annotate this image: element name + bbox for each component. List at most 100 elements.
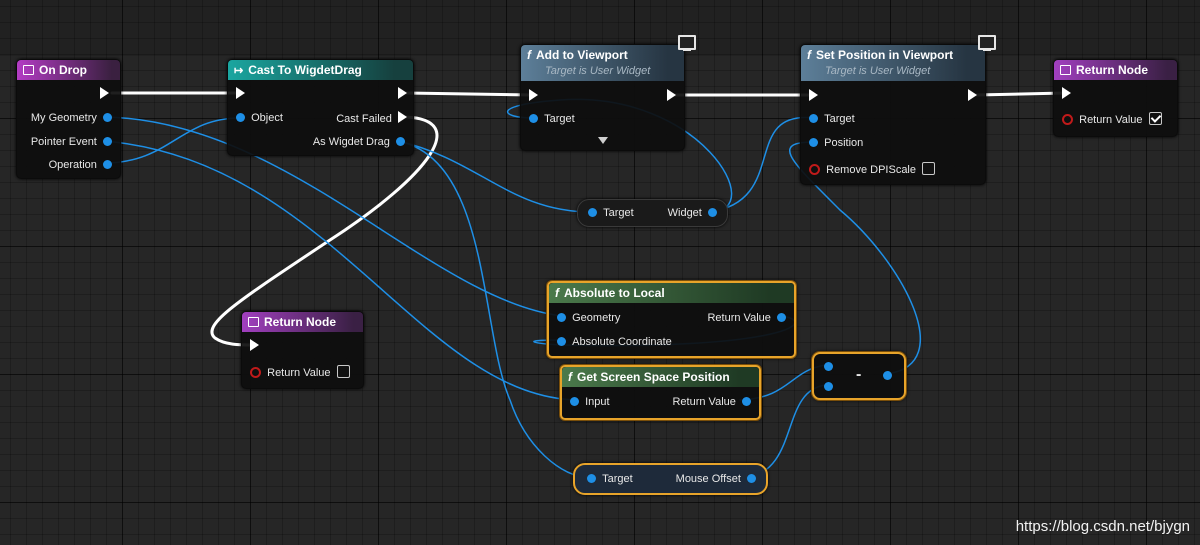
- object-dot: [236, 113, 245, 122]
- pointer-event-label: Pointer Event: [30, 136, 97, 148]
- set-position-node[interactable]: f Set Position in Viewport Target is User …: [800, 44, 986, 185]
- exec-out-icon: [100, 87, 109, 99]
- watermark-text: https://blog.csdn.net/bjygn: [1015, 518, 1190, 535]
- operation-label: Operation: [48, 159, 97, 171]
- mouse-offset-target-pin[interactable]: Target: [587, 472, 633, 486]
- mouse-offset-node[interactable]: Target Mouse Offset: [573, 463, 768, 495]
- exec-out-icon: [968, 89, 977, 101]
- exec-out-icon: [398, 111, 407, 123]
- on-drop-title: On Drop: [39, 63, 87, 77]
- data-wire-widget-settarget: [709, 116, 815, 213]
- absolute-coordinate-pin[interactable]: Absolute Coordinate: [557, 335, 672, 349]
- setpos-target-dot: [809, 114, 818, 123]
- return-top-value-pin[interactable]: Return Value: [1062, 112, 1162, 127]
- get-screen-space-title: Get Screen Space Position: [577, 370, 730, 384]
- exec-wire-cast-add: [404, 91, 535, 97]
- add-target-pin[interactable]: Target: [529, 112, 575, 126]
- add-to-viewport-node[interactable]: f Add to Viewport Target is User Widget Ta…: [520, 44, 685, 151]
- mouse-offset-label: Mouse Offset: [675, 473, 741, 485]
- return-top-exec-in-pin[interactable]: [1062, 87, 1071, 102]
- subtract-out-dot: [883, 371, 892, 380]
- absolute-to-local-title: Absolute to Local: [564, 286, 665, 300]
- abs-return-value-pin[interactable]: Return Value: [707, 311, 786, 325]
- cast-header: ↦ Cast To WigdetDrag: [228, 60, 413, 80]
- screen-return-value-pin[interactable]: Return Value: [672, 395, 751, 409]
- return-mid-value-pin[interactable]: Return Value: [250, 365, 350, 380]
- subtract-b-dot: [824, 382, 833, 391]
- return-node-mid[interactable]: Return Node Return Value: [241, 311, 364, 389]
- geometry-pin[interactable]: Geometry: [557, 311, 620, 325]
- subtract-node[interactable]: -: [812, 352, 906, 400]
- remove-dpi-pin[interactable]: Remove DPIScale: [809, 162, 936, 177]
- on-drop-event-node[interactable]: On Drop My Geometry Pointer Event Operat…: [16, 59, 121, 179]
- input-pin[interactable]: Input: [570, 395, 610, 409]
- object-pin[interactable]: Object: [236, 111, 283, 125]
- subtract-out-pin[interactable]: [883, 369, 892, 383]
- remove-dpi-checkbox[interactable]: [922, 162, 936, 175]
- on-drop-header: On Drop: [17, 60, 120, 80]
- exec-in-icon: [250, 339, 259, 351]
- return-mid-exec-in-pin[interactable]: [250, 339, 259, 354]
- absolute-to-local-header: f Absolute to Local: [549, 283, 794, 303]
- widget-dot: [708, 208, 717, 217]
- widget-label: Widget: [667, 207, 702, 219]
- return-mid-header: Return Node: [242, 312, 363, 332]
- position-label: Position: [824, 137, 864, 149]
- event-box-icon: [23, 65, 34, 75]
- blueprint-graph-canvas[interactable]: On Drop My Geometry Pointer Event Operat…: [0, 0, 1200, 545]
- set-position-title: Set Position in Viewport: [816, 48, 954, 62]
- my-geometry-pin[interactable]: My Geometry: [31, 111, 112, 125]
- abs-return-value-dot: [777, 313, 786, 322]
- input-label: Input: [585, 396, 610, 408]
- get-widget-node[interactable]: Target Widget: [577, 199, 728, 227]
- subtract-a-pin[interactable]: [824, 360, 833, 374]
- pointer-event-pin[interactable]: Pointer Event: [31, 135, 112, 149]
- cast-title: Cast To WigdetDrag: [248, 63, 362, 77]
- return-value-dot: [250, 367, 261, 378]
- widget-out-pin[interactable]: Widget: [668, 206, 717, 220]
- return-top-value-label: Return Value: [1079, 114, 1143, 126]
- operation-pin[interactable]: Operation: [49, 158, 112, 172]
- position-pin[interactable]: Position: [809, 136, 863, 150]
- geometry-label: Geometry: [572, 312, 621, 324]
- absolute-coordinate-dot: [557, 337, 566, 346]
- get-screen-space-node[interactable]: f Get Screen Space Position Input Return …: [560, 365, 761, 420]
- exec-in-icon: [809, 89, 818, 101]
- position-dot: [809, 138, 818, 147]
- add-target-dot: [529, 114, 538, 123]
- set-position-header: f Set Position in Viewport Target is User …: [801, 45, 985, 81]
- cast-node[interactable]: ↦ Cast To WigdetDrag Object Cast Failed A…: [227, 59, 414, 156]
- add-target-label: Target: [544, 113, 575, 125]
- add-exec-out-pin[interactable]: [667, 89, 676, 104]
- mouse-offset-target-dot: [587, 474, 596, 483]
- return-top-checkbox[interactable]: [1148, 112, 1162, 125]
- widget-node-target-pin[interactable]: Target: [588, 206, 634, 220]
- add-to-viewport-header: f Add to Viewport Target is User Widget: [521, 45, 684, 81]
- operation-dot: [103, 160, 112, 169]
- setpos-exec-in-pin[interactable]: [809, 89, 818, 104]
- function-f-icon: f: [807, 48, 811, 62]
- as-widget-drag-pin[interactable]: As Wigdet Drag: [313, 135, 405, 149]
- cast-arrow-icon: ↦: [234, 65, 244, 77]
- setpos-target-pin[interactable]: Target: [809, 112, 855, 126]
- add-exec-in-pin[interactable]: [529, 89, 538, 104]
- cast-exec-out-pin[interactable]: [398, 87, 407, 102]
- subtract-symbol: -: [856, 366, 862, 383]
- mouse-offset-out-pin[interactable]: Mouse Offset: [676, 472, 756, 486]
- absolute-to-local-node[interactable]: f Absolute to Local Geometry Return Value…: [547, 281, 796, 358]
- cast-failed-pin[interactable]: Cast Failed: [336, 111, 407, 126]
- subtract-b-pin[interactable]: [824, 380, 833, 394]
- return-value-dot: [1062, 114, 1073, 125]
- as-widget-drag-label: As Wigdet Drag: [312, 136, 390, 148]
- cast-exec-in-pin[interactable]: [236, 87, 245, 102]
- return-mid-checkbox[interactable]: [336, 365, 350, 378]
- remove-dpi-label: Remove DPIScale: [826, 164, 916, 176]
- setpos-exec-out-pin[interactable]: [968, 89, 977, 104]
- return-node-top[interactable]: Return Node Return Value: [1053, 59, 1178, 137]
- object-label: Object: [251, 112, 283, 124]
- abs-return-value-label: Return Value: [707, 312, 771, 324]
- advanced-expand-icon[interactable]: [598, 137, 608, 144]
- exec-out-icon: [398, 87, 407, 99]
- on-drop-exec-out-pin[interactable]: [100, 87, 109, 102]
- cast-failed-label: Cast Failed: [336, 113, 392, 125]
